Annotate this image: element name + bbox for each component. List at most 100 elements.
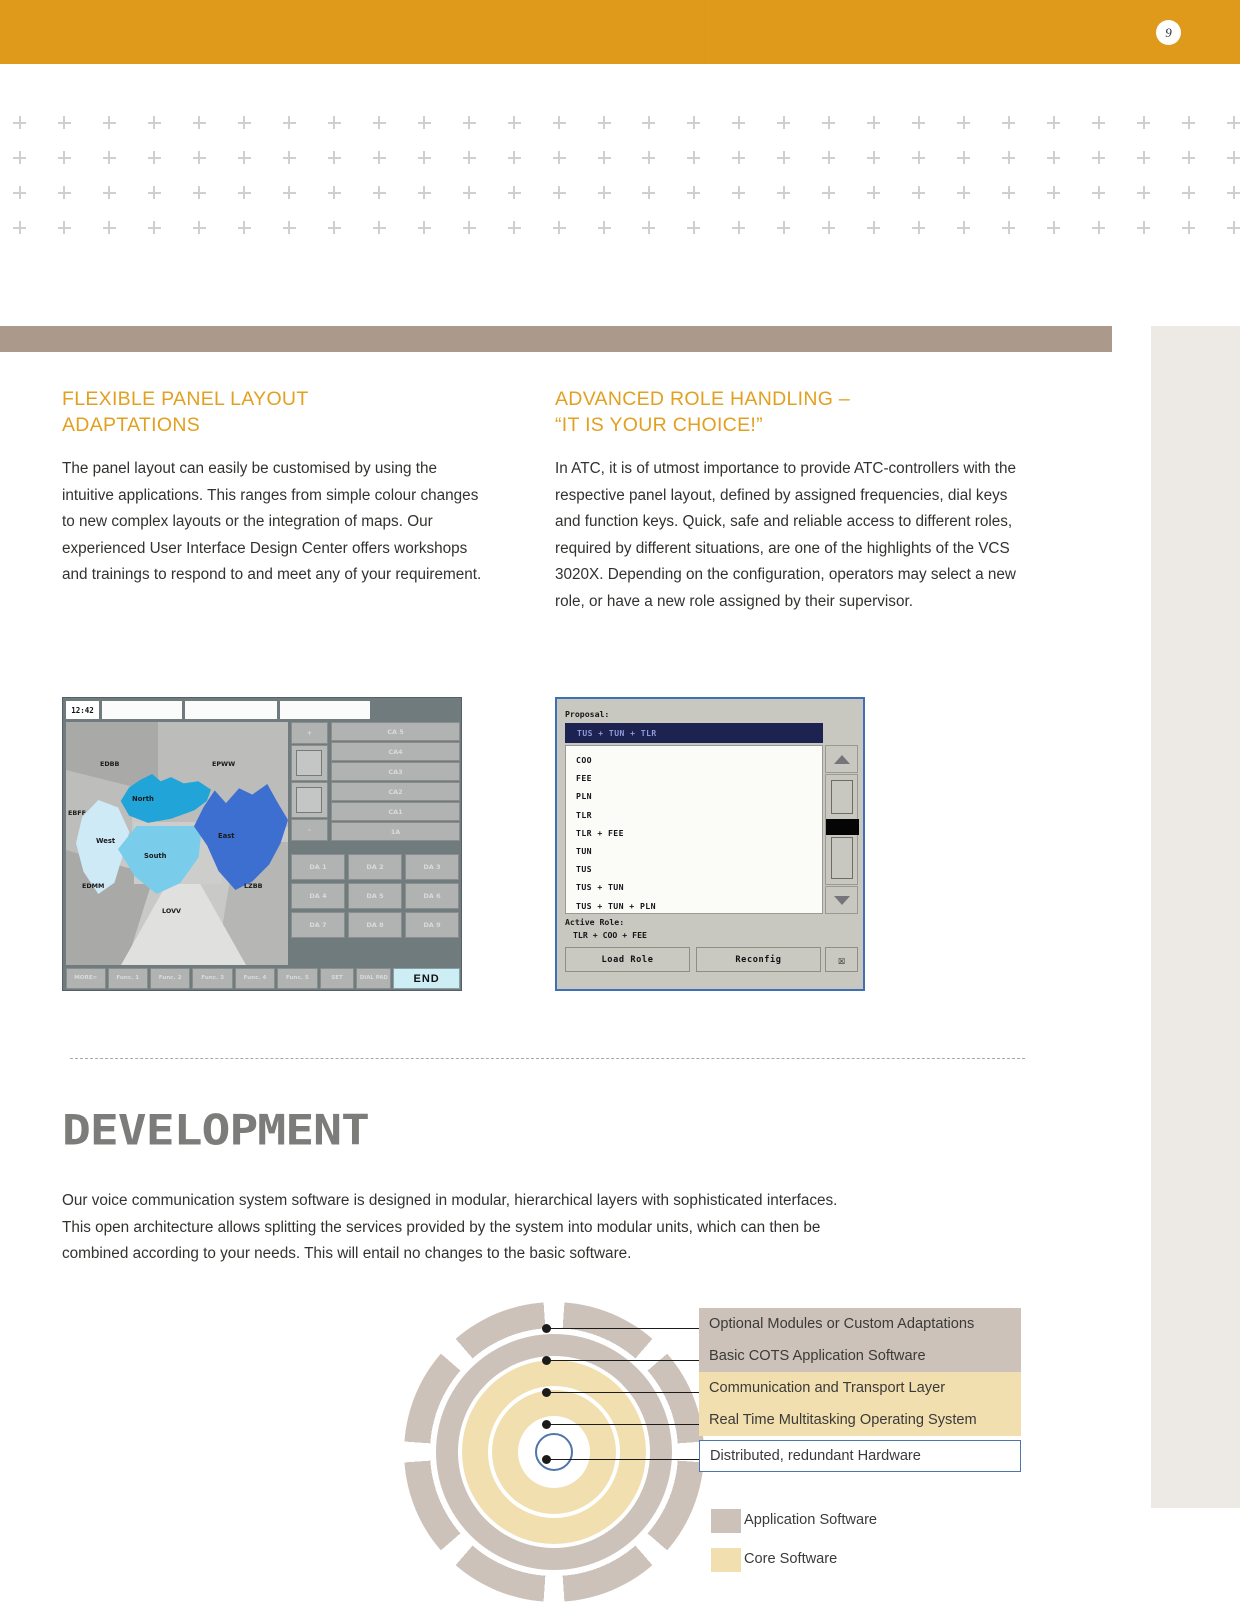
role-list-item[interactable]: TUN [576, 842, 822, 860]
cross-mark [597, 221, 611, 234]
map-da-button-8[interactable]: DA 8 [348, 912, 402, 938]
map-function-button-6[interactable]: Func. 5 [277, 968, 318, 989]
map-da-button-9[interactable]: DA 9 [405, 912, 459, 938]
map-region-label: West [96, 837, 116, 845]
proposal-label: Proposal: [565, 709, 610, 719]
map-da-button-3[interactable]: DA 3 [405, 854, 459, 880]
cross-mark [237, 186, 251, 199]
cross-mark [282, 116, 296, 129]
cross-mark [507, 186, 521, 199]
cross-mark [1182, 221, 1196, 234]
cross-mark [1227, 186, 1240, 199]
map-da-button-2[interactable]: DA 2 [348, 854, 402, 880]
leader-dot-5 [542, 1455, 551, 1464]
map-function-button-3[interactable]: Func. 2 [150, 968, 191, 989]
map-slider-2-thumb[interactable] [296, 787, 322, 813]
cross-mark [1137, 116, 1151, 129]
cross-mark [13, 221, 26, 234]
map-ca-button-2[interactable]: CA4 [331, 742, 460, 761]
map-function-button-7[interactable]: SET [319, 968, 355, 989]
cross-pattern-decoration [0, 103, 1240, 238]
role-list-item[interactable]: TLR + FEE [576, 824, 822, 842]
cross-mark [1002, 221, 1016, 234]
role-list-item[interactable]: TUS + TUN [576, 878, 822, 896]
load-role-button[interactable]: Load Role [565, 947, 690, 972]
leader-dot-1 [542, 1324, 551, 1333]
map-da-button-5[interactable]: DA 5 [348, 883, 402, 909]
map-da-button-4[interactable]: DA 4 [291, 883, 345, 909]
map-region-label: North [132, 795, 154, 803]
map-function-button-1[interactable]: MORE> [66, 968, 106, 989]
cross-mark [687, 151, 701, 164]
cross-mark [732, 116, 746, 129]
map-ca-button-3[interactable]: CA3 [331, 762, 460, 781]
cross-mark [1092, 116, 1106, 129]
cross-mark [867, 221, 881, 234]
leader-dot-3 [542, 1388, 551, 1397]
role-list-item[interactable]: PLN [576, 787, 822, 805]
cross-mark [687, 186, 701, 199]
scrollbar-track[interactable] [825, 774, 859, 885]
cross-mark [417, 116, 431, 129]
cross-mark [462, 221, 476, 234]
cross-mark [912, 151, 926, 164]
cross-mark [552, 186, 566, 199]
map-function-button-2[interactable]: Func. 1 [107, 968, 148, 989]
role-list-scrollbar[interactable] [825, 745, 859, 914]
map-function-button-5[interactable]: Func. 4 [234, 968, 276, 989]
layer-label-5: Distributed, redundant Hardware [699, 1440, 1021, 1472]
role-list-item[interactable]: FEE [576, 769, 822, 787]
map-top-slot-1 [102, 701, 182, 719]
cross-mark [1002, 116, 1016, 129]
map-da-button-6[interactable]: DA 6 [405, 883, 459, 909]
cross-mark [327, 116, 341, 129]
map-da-button-7[interactable]: DA 7 [291, 912, 345, 938]
cross-mark [822, 186, 836, 199]
cross-mark [957, 151, 971, 164]
map-sector-label: EDBB [100, 760, 120, 768]
legend-swatch-2 [711, 1548, 741, 1572]
role-list[interactable]: COO FEE PLN TLR TLR + FEE TUN TUS TUS + TUN TUS … [565, 745, 823, 914]
cross-mark [1182, 116, 1196, 129]
scroll-up-arrow-icon[interactable] [825, 745, 858, 773]
advanced-role-handling-screenshot: Proposal: TUS + TUN + TLR COO FEE PLN TLR TL… [555, 697, 865, 991]
map-ca-button-5[interactable]: CA1 [331, 802, 460, 821]
cross-mark [732, 151, 746, 164]
map-end-button[interactable]: END [393, 968, 461, 989]
role-list-item[interactable]: TUS [576, 860, 822, 878]
cross-mark [147, 221, 161, 234]
cross-mark [957, 221, 971, 234]
role-list-item[interactable]: TLR [576, 806, 822, 824]
cross-mark [552, 151, 566, 164]
map-dial-pad-button[interactable]: DIAL PAD [356, 968, 392, 989]
cross-mark [1137, 186, 1151, 199]
map-decrement-button[interactable]: - [291, 819, 328, 841]
leader-line-5 [546, 1459, 699, 1460]
cross-mark [102, 151, 116, 164]
cross-mark [57, 116, 71, 129]
map-slider-1-thumb[interactable] [296, 750, 322, 776]
cross-mark [417, 186, 431, 199]
cross-mark [147, 116, 161, 129]
close-icon[interactable]: ☒ [825, 947, 858, 972]
scroll-down-arrow-icon[interactable] [825, 886, 858, 914]
cross-mark [507, 116, 521, 129]
reconfig-button[interactable]: Reconfig [696, 947, 821, 972]
map-increment-button[interactable]: + [291, 722, 328, 744]
map-ca-button-1[interactable]: CA 5 [331, 722, 460, 741]
map-function-button-4[interactable]: Func. 3 [192, 968, 233, 989]
cross-mark [192, 186, 206, 199]
leader-dot-2 [542, 1356, 551, 1365]
map-ca-button-4[interactable]: CA2 [331, 782, 460, 801]
cross-mark [912, 221, 926, 234]
scrollbar-thumb-upper[interactable] [831, 780, 853, 814]
role-list-item[interactable]: COO [576, 751, 822, 769]
map-ca-button-6[interactable]: 1A [331, 822, 460, 841]
scrollbar-thumb-lower[interactable] [831, 837, 853, 879]
role-list-item[interactable]: TUS + TUN + PLN [576, 897, 822, 915]
cross-mark [237, 116, 251, 129]
scrollbar-position-marker [826, 819, 859, 835]
map-da-button-1[interactable]: DA 1 [291, 854, 345, 880]
cross-mark [1137, 151, 1151, 164]
cross-mark [867, 116, 881, 129]
